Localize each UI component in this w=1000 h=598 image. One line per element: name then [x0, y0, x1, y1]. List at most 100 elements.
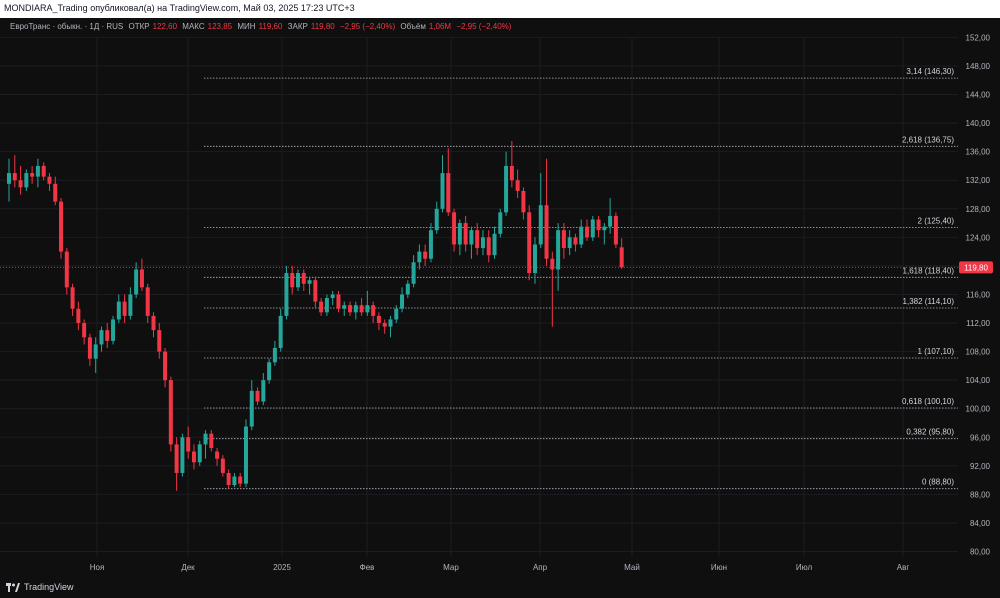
candle-body: [504, 165, 509, 213]
price-tick-label: 112,00: [966, 319, 990, 328]
fib-level-label: 1 (107,10): [918, 347, 955, 356]
price-tick-label: 116,00: [966, 290, 990, 299]
time-tick-label: Авг: [897, 563, 910, 572]
candle-body: [243, 426, 248, 484]
fib-level-label: 2 (125,40): [918, 216, 955, 225]
candle-body: [440, 173, 445, 209]
candle-body: [111, 319, 116, 341]
time-tick-label: Май: [624, 563, 640, 572]
candle-body: [359, 305, 364, 313]
candle-body: [47, 176, 52, 184]
fib-level-label: 0 (88,80): [922, 478, 954, 487]
candle-body: [24, 173, 29, 188]
tradingview-logo[interactable]: TradingView: [6, 582, 74, 592]
candle-body: [128, 294, 133, 316]
candle-body: [457, 223, 462, 245]
candle-body: [544, 205, 549, 259]
candle-body: [590, 219, 595, 238]
candle-body: [538, 205, 543, 245]
candle-body: [579, 226, 584, 245]
candle-body: [284, 273, 289, 316]
candle-body: [382, 323, 387, 327]
candle-body: [191, 451, 196, 463]
price-tick-label: 100,00: [966, 405, 991, 414]
candle-body: [619, 247, 624, 268]
time-tick-label: Дек: [181, 563, 195, 572]
candle-body: [365, 305, 370, 313]
candle-body: [255, 390, 260, 402]
candle-body: [70, 287, 75, 309]
volume-change: −2,95 (−2,40%): [456, 22, 512, 31]
candle-body: [353, 305, 358, 313]
candle-body: [116, 301, 121, 320]
candle-body: [278, 315, 283, 349]
candle-body: [521, 190, 526, 213]
candle-body: [411, 262, 416, 284]
price-tick-label: 152,00: [966, 33, 991, 42]
time-tick-label: 2025: [273, 563, 291, 572]
candle-body: [209, 433, 214, 448]
candle-body: [59, 201, 64, 252]
candle-body: [515, 180, 520, 191]
candle-body: [556, 230, 561, 270]
price-tick-label: 84,00: [970, 519, 991, 528]
high-label: МАКС: [182, 22, 205, 31]
volume-value: 1,06M: [428, 22, 452, 31]
time-tick-label: Июл: [796, 563, 813, 572]
candle-body: [261, 380, 266, 402]
candle-body: [163, 351, 168, 381]
price-tick-label: 92,00: [970, 462, 991, 471]
candle-body: [561, 230, 566, 249]
open-value: 122,60: [152, 22, 178, 31]
candle-body: [180, 437, 185, 473]
price-chart[interactable]: 3,14 (146,30) 2,618 (136,75) 2 (125,40) 1,6…: [0, 18, 1000, 580]
candle-body: [64, 251, 69, 288]
candle-body: [238, 476, 243, 484]
fib-level-label: 1,618 (118,40): [903, 266, 955, 275]
price-tick-label: 132,00: [966, 176, 991, 185]
candle-body: [602, 226, 607, 231]
candle-body: [151, 315, 156, 331]
candle-body: [232, 476, 237, 486]
fib-level-label: 0,382 (95,80): [906, 428, 954, 437]
candle-body: [492, 233, 497, 256]
candle-body: [567, 237, 572, 249]
candle-body: [186, 437, 191, 452]
price-tick-label: 144,00: [966, 91, 991, 100]
candle-body: [336, 294, 341, 309]
chart-background: [0, 18, 1000, 580]
high-value: 123,85: [207, 22, 233, 31]
candle-body: [550, 258, 555, 270]
candle-body: [272, 348, 277, 363]
candle-body: [342, 305, 347, 309]
candle-body: [446, 173, 451, 213]
candle-body: [585, 226, 589, 238]
candle-body: [319, 301, 324, 313]
candle-body: [434, 208, 439, 231]
symbol-name[interactable]: ЕвроТранс · обыкн. · 1Д · RUS: [10, 22, 123, 31]
candle-body: [87, 337, 92, 359]
candle-body: [324, 298, 329, 313]
candle-body: [486, 237, 491, 256]
time-tick-label: Апр: [533, 563, 548, 572]
candle-body: [290, 273, 295, 288]
symbol-legend: ЕвроТранс · обыкн. · 1Д · RUS ОТКР 122,60…: [10, 22, 514, 31]
candle-body: [596, 219, 601, 231]
tradingview-logo-icon: [6, 582, 20, 592]
price-tick-label: 96,00: [970, 433, 991, 442]
price-tick-label: 108,00: [966, 348, 991, 357]
candle-body: [371, 305, 376, 316]
candle-body: [174, 444, 179, 473]
low-value: 119,60: [258, 22, 283, 31]
time-tick-label: Ноя: [90, 563, 105, 572]
fib-level-label: 2,618 (136,75): [902, 135, 954, 144]
candle-body: [157, 330, 162, 352]
candle-body: [480, 237, 485, 249]
close-label: ЗАКР: [287, 22, 308, 31]
open-label: ОТКР: [128, 22, 150, 31]
candle-body: [498, 212, 503, 234]
close-value: 119,80: [310, 22, 335, 31]
candle-body: [469, 230, 474, 245]
candle-body: [307, 280, 312, 284]
candle-body: [35, 165, 40, 177]
